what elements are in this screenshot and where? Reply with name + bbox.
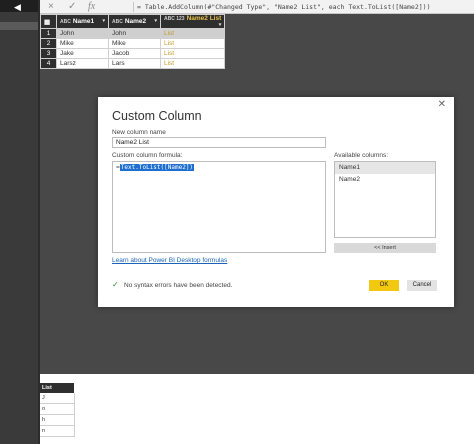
fx-icon[interactable]: fx [88, 1, 95, 13]
column-header-label: Name2 [124, 18, 147, 25]
close-icon[interactable]: ✕ [438, 99, 446, 110]
new-column-name-label: New column name [112, 129, 166, 136]
table-row[interactable]: 1 John John List [40, 28, 226, 39]
queries-pane [0, 0, 38, 444]
available-columns-label: Available columns: [334, 152, 389, 159]
confirm-formula-icon[interactable]: ✓ [68, 1, 76, 13]
list-link[interactable]: List [159, 28, 226, 39]
table-cell[interactable]: Jacob [108, 48, 161, 59]
list-item[interactable]: o [40, 403, 75, 415]
cancel-formula-icon[interactable]: × [48, 1, 54, 13]
formula-label: Custom column formula: [112, 152, 183, 159]
list-item[interactable]: Name2 [335, 174, 435, 186]
column-header-name2[interactable]: ABC Name2 ▾ [108, 14, 161, 29]
column-header-label: Name1 [72, 18, 95, 25]
table-cell[interactable]: Mike [108, 38, 161, 49]
list-item[interactable]: J [40, 393, 75, 404]
table-cell[interactable]: Mike [56, 38, 109, 49]
column-type-icon[interactable]: ABC 123 [164, 16, 185, 22]
column-header-name2-list[interactable]: ABC 123 Name2 List ▾ [159, 14, 226, 29]
column-header-name1[interactable]: ABC Name1 ▾ [56, 14, 109, 29]
cancel-button[interactable]: Cancel [407, 280, 437, 291]
filter-dropdown-icon[interactable]: ▾ [102, 18, 105, 24]
table-row[interactable]: 3 Jake Jacob List [40, 48, 226, 59]
formula-selected-text[interactable]: Text.ToList([Name2]) [119, 164, 195, 171]
queries-pane-header: ◀ [0, 0, 38, 12]
row-number: 2 [40, 38, 57, 49]
check-icon: ✓ [112, 280, 119, 289]
list-item[interactable]: n [40, 425, 75, 437]
list-preview-pane [40, 374, 474, 444]
row-number: 1 [40, 28, 57, 39]
filter-dropdown-icon[interactable]: ▾ [154, 18, 157, 24]
formula-bar: × ✓ fx = Table.AddColumn(#"Changed Type"… [40, 0, 474, 14]
collapse-icon[interactable]: ◀ [14, 3, 21, 12]
learn-formulas-link[interactable]: Learn about Power BI Desktop formulas [112, 257, 227, 264]
formula-separator [133, 2, 134, 12]
table-row[interactable]: 2 Mike Mike List [40, 38, 226, 49]
insert-button[interactable]: << Insert [334, 243, 436, 253]
formula-text[interactable]: = Table.AddColumn(#"Changed Type", "Name… [137, 2, 431, 12]
list-item[interactable]: Name1 [335, 162, 435, 174]
data-table: ▦ ABC Name1 ▾ ABC Name2 ▾ ABC 123 Name2 List ▾… [40, 14, 226, 69]
table-menu-icon[interactable]: ▦ [40, 14, 57, 29]
filter-dropdown-icon[interactable]: ▾ [219, 22, 222, 28]
row-number: 3 [40, 48, 57, 59]
table-cell[interactable]: John [108, 28, 161, 39]
custom-column-dialog: ✕ Custom Column New column name Name2 Li… [98, 97, 454, 307]
list-link[interactable]: List [159, 48, 226, 59]
table-cell[interactable]: Lars [108, 58, 161, 69]
queries-selected-item[interactable] [0, 22, 38, 30]
column-type-icon[interactable]: ABC [112, 19, 123, 25]
list-preview-header[interactable]: List [40, 383, 74, 393]
table-cell[interactable]: Larsz [56, 58, 109, 69]
table-row[interactable]: 4 Larsz Lars List [40, 58, 226, 69]
row-number: 4 [40, 58, 57, 69]
list-item[interactable]: h [40, 414, 75, 426]
table-cell[interactable]: John [56, 28, 109, 39]
syntax-status-text: No syntax errors have been detected. [124, 282, 233, 289]
available-columns-list[interactable]: Name1 Name2 [334, 161, 436, 238]
table-cell[interactable]: Jake [56, 48, 109, 59]
list-link[interactable]: List [159, 38, 226, 49]
column-header-label: Name2 List [186, 15, 222, 22]
dialog-title: Custom Column [112, 109, 202, 123]
list-preview-table: List J o h n [40, 383, 75, 437]
ok-button[interactable]: OK [369, 280, 399, 291]
custom-formula-editor[interactable]: =Text.ToList([Name2]) [112, 161, 326, 253]
column-type-icon[interactable]: ABC [60, 19, 71, 25]
list-link[interactable]: List [159, 58, 226, 69]
new-column-name-input[interactable]: Name2 List [112, 137, 326, 148]
